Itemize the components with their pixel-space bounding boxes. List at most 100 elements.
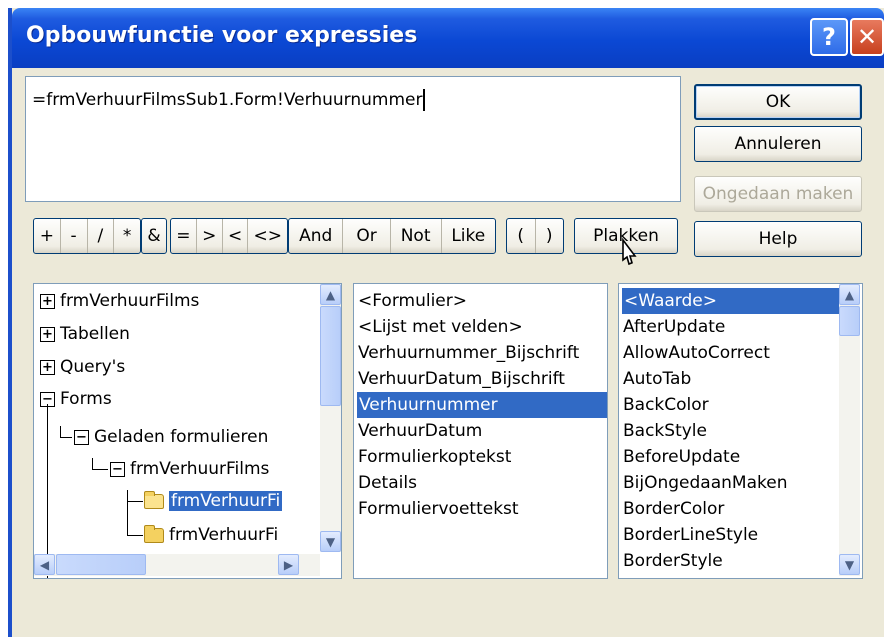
tree-item[interactable]: + Query's (40, 354, 125, 380)
and-operator-button[interactable]: And (289, 219, 344, 253)
text-caret (423, 89, 426, 111)
tree-item[interactable]: + frmVerhuurFilms (40, 288, 199, 314)
tree-item-label: Tabellen (60, 324, 130, 344)
tree-item-label: frmVerhuurFilms (60, 291, 200, 311)
tree-item-label: Geladen formulieren (94, 427, 269, 447)
expand-icon[interactable]: + (40, 359, 55, 375)
expand-icon[interactable]: + (40, 293, 55, 309)
window-title: Opbouwfunctie voor expressies (26, 23, 418, 48)
tree-item[interactable]: − Geladen formulieren (74, 424, 268, 450)
list-item[interactable]: BackColor (623, 392, 709, 418)
not-equal-operator-button[interactable]: <> (248, 219, 287, 253)
list-item[interactable]: AllowAutoCorrect (623, 340, 770, 366)
tree-item[interactable]: − frmVerhuurFilms (110, 456, 269, 482)
help-label: Help (758, 229, 798, 249)
list-item[interactable]: BorderStyle (623, 548, 723, 574)
mouse-cursor-icon (622, 238, 637, 266)
tree-line (127, 501, 143, 502)
scroll-up-icon[interactable]: ▲ (320, 284, 341, 305)
tree-line (127, 535, 143, 536)
list-item[interactable]: BijOngedaanMaken (623, 470, 787, 496)
scroll-left-icon[interactable]: ◀ (34, 554, 55, 575)
or-operator-button[interactable]: Or (343, 219, 391, 253)
list-item[interactable]: Details (358, 470, 417, 496)
help-button[interactable]: Help (694, 221, 862, 257)
close-paren-button[interactable]: ) (536, 219, 564, 253)
expression-text: =frmVerhuurFilmsSub1.Form!Verhuurnummer (32, 90, 423, 110)
tree-vertical-scrollbar[interactable]: ▲ ▼ (320, 284, 341, 552)
scroll-down-icon[interactable]: ▼ (320, 531, 341, 552)
scroll-thumb-h[interactable] (56, 554, 146, 575)
tree-line (92, 469, 108, 470)
collapse-icon[interactable]: − (110, 461, 125, 477)
list-item[interactable]: AfterUpdate (623, 314, 725, 340)
tree-item-label: frmVerhuurFilms (130, 459, 270, 479)
tree-item-label: frmVerhuurFi (169, 491, 283, 511)
list-item[interactable]: BeforeUpdate (623, 444, 740, 470)
tree-item-label: Query's (60, 357, 126, 377)
list-item-selected[interactable]: Verhuurnummer (357, 392, 607, 418)
undo-label: Ongedaan maken (702, 184, 854, 204)
list-item[interactable]: BorderColor (623, 496, 724, 522)
property-list[interactable]: <Waarde> AfterUpdate AllowAutoCorrect Au… (618, 283, 863, 579)
less-operator-button[interactable]: < (223, 219, 249, 253)
plus-operator-button[interactable]: + (34, 219, 61, 253)
like-operator-button[interactable]: Like (442, 219, 495, 253)
scroll-thumb[interactable] (320, 306, 341, 406)
tree-item[interactable]: − Forms (40, 386, 112, 412)
list-item[interactable]: VerhuurDatum_Bijschrift (358, 366, 565, 392)
list-item[interactable]: BorderLineStyle (623, 522, 758, 548)
scroll-down-icon[interactable]: ▼ (839, 554, 860, 575)
list-item[interactable]: AutoTab (623, 366, 691, 392)
expression-input[interactable]: =frmVerhuurFilmsSub1.Form!Verhuurnummer (25, 76, 681, 202)
tree-item-label: Forms (60, 389, 112, 409)
help-icon[interactable]: ? (810, 18, 848, 56)
object-tree-list[interactable]: + frmVerhuurFilms + Tabellen + Query's − For… (33, 283, 342, 579)
tree-item[interactable]: frmVerhuurFi (144, 522, 278, 548)
not-operator-button[interactable]: Not (391, 219, 442, 253)
list-item[interactable]: BackStyle (623, 418, 707, 444)
folder-icon (144, 524, 164, 543)
list-item[interactable]: Verhuurnummer_Bijschrift (358, 340, 579, 366)
comparison-operators: = > < <> (170, 218, 288, 254)
greater-operator-button[interactable]: > (197, 219, 223, 253)
collapse-icon[interactable]: − (74, 429, 89, 445)
paren-operators: ( ) (506, 218, 564, 254)
list-item[interactable]: VerhuurDatum (358, 418, 482, 444)
ok-label: OK (765, 92, 791, 112)
cancel-button[interactable]: Annuleren (694, 126, 862, 162)
tree-line (47, 404, 48, 578)
close-icon[interactable]: ✕ (850, 18, 884, 56)
undo-button[interactable]: Ongedaan maken (694, 176, 862, 212)
tree-item[interactable]: + Tabellen (40, 321, 130, 347)
list-item[interactable]: <Lijst met velden> (358, 314, 523, 340)
divide-operator-button[interactable]: / (88, 219, 115, 253)
list-item[interactable]: Formulierkoptekst (358, 444, 511, 470)
arithmetic-operators: + - / * (33, 218, 141, 254)
tree-horizontal-scrollbar[interactable]: ◀ ▶ (34, 554, 320, 576)
tree-line (60, 437, 72, 438)
expand-icon[interactable]: + (40, 326, 55, 342)
tree-item-selected[interactable]: frmVerhuurFi (144, 488, 283, 514)
tree-line (127, 490, 128, 536)
element-list[interactable]: <Formulier> <Lijst met velden> Verhuurnu… (353, 283, 608, 579)
concat-operators: & (141, 218, 167, 254)
cancel-label: Annuleren (734, 134, 822, 154)
logical-operators: And Or Not Like (288, 218, 496, 254)
title-bar[interactable]: Opbouwfunctie voor expressies ? ✕ (12, 8, 884, 68)
multiply-operator-button[interactable]: * (114, 219, 140, 253)
open-folder-icon (144, 490, 164, 509)
list-item[interactable]: Formuliervoettekst (358, 496, 519, 522)
property-vertical-scrollbar[interactable]: ▲ ▼ (839, 284, 860, 576)
equals-operator-button[interactable]: = (171, 219, 197, 253)
scroll-thumb[interactable] (839, 306, 860, 336)
list-item[interactable]: <Formulier> (358, 288, 467, 314)
scroll-up-icon[interactable]: ▲ (839, 284, 860, 305)
minus-operator-button[interactable]: - (61, 219, 88, 253)
open-paren-button[interactable]: ( (507, 219, 536, 253)
ok-button[interactable]: OK (694, 84, 862, 120)
scroll-right-icon[interactable]: ▶ (278, 554, 299, 575)
tree-item-label: frmVerhuurFi (169, 525, 279, 545)
ampersand-operator-button[interactable]: & (142, 219, 166, 253)
list-item-selected[interactable]: <Waarde> (622, 288, 839, 314)
